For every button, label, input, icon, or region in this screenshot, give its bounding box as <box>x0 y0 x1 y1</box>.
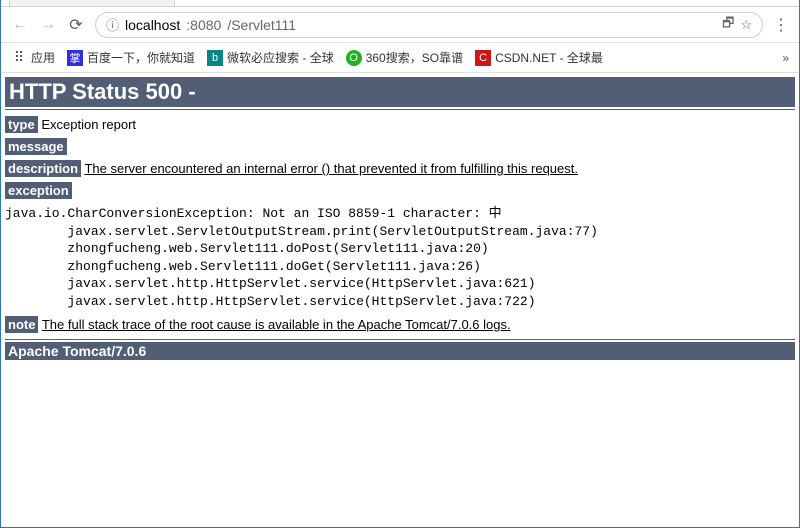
back-button[interactable]: ← <box>11 16 29 34</box>
translate-icon[interactable]: 🗗 <box>722 14 734 36</box>
bookmark-label: CSDN.NET - 全球最 <box>495 49 603 66</box>
chrome-menu-button[interactable]: ⋮ <box>773 15 789 35</box>
tomcat-footer: Apache Tomcat/7.0.6 <box>5 342 795 360</box>
bookmark-csdn[interactable]: CCSDN.NET - 全球最 <box>475 49 603 66</box>
error-description-line: description The server encountered an in… <box>5 161 795 176</box>
url-input[interactable]: ⓘ localhost :8080/Servlet111 🗗 ☆ <box>95 12 763 38</box>
reload-button[interactable]: ⟳ <box>67 16 85 34</box>
bookmark-label: 百度一下，你就知道 <box>87 49 195 66</box>
bookmark-360[interactable]: O360搜索，SO靠谱 <box>346 49 463 66</box>
so-icon: O <box>346 50 362 66</box>
apps-icon: ⠿ <box>11 50 27 66</box>
baidu-icon: 掌 <box>67 50 83 66</box>
error-exception-line: exception <box>5 183 795 198</box>
url-port: :8080 <box>186 17 221 33</box>
page-content: HTTP Status 500 - type Exception report … <box>1 73 799 527</box>
bookmark-apps[interactable]: ⠿应用 <box>11 49 55 66</box>
tomcat-error-page: HTTP Status 500 - type Exception report … <box>5 77 795 360</box>
csdn-icon: C <box>475 50 491 66</box>
bookmark-bing[interactable]: b微软必应搜索 - 全球 <box>207 49 334 66</box>
bookmarks-bar: ⠿应用 掌百度一下，你就知道 b微软必应搜索 - 全球 O360搜索，SO靠谱 … <box>1 43 799 73</box>
url-path: /Servlet111 <box>227 17 296 33</box>
type-label: type <box>5 116 38 133</box>
bookmark-label: 应用 <box>31 49 55 66</box>
message-label: message <box>5 138 67 155</box>
divider <box>5 339 795 340</box>
error-type-line: type Exception report <box>5 117 795 132</box>
bookmark-star-icon[interactable]: ☆ <box>740 17 752 33</box>
site-info-icon[interactable]: ⓘ <box>106 15 119 34</box>
error-heading: HTTP Status 500 - <box>5 77 795 107</box>
address-bar: ← → ⟳ ⓘ localhost :8080/Servlet111 🗗 ☆ ⋮ <box>1 7 799 43</box>
url-host: localhost <box>125 17 180 33</box>
description-label: description <box>5 160 81 177</box>
bookmarks-overflow-button[interactable]: » <box>782 51 789 65</box>
bookmark-label: 微软必应搜索 - 全球 <box>227 49 334 66</box>
description-value: The server encountered an internal error… <box>84 161 578 176</box>
bookmark-baidu[interactable]: 掌百度一下，你就知道 <box>67 49 195 66</box>
stack-trace: java.io.CharConversionException: Not an … <box>5 205 795 310</box>
divider <box>5 109 795 110</box>
tab-strip: 🐱 Apache Tomcat/7.0.6 × <box>1 0 799 7</box>
forward-button[interactable]: → <box>39 16 57 34</box>
tomcat-favicon-icon: 🐱 <box>18 0 34 1</box>
type-value: Exception report <box>41 117 136 132</box>
bing-icon: b <box>207 50 223 66</box>
exception-label: exception <box>5 182 72 199</box>
error-note-line: note The full stack trace of the root ca… <box>5 317 795 332</box>
browser-tab[interactable]: 🐱 Apache Tomcat/7.0.6 × <box>9 0 175 6</box>
note-value: The full stack trace of the root cause i… <box>42 317 511 332</box>
browser-window: 🐱 Apache Tomcat/7.0.6 × ← → ⟳ ⓘ localhos… <box>0 0 800 528</box>
bookmark-label: 360搜索，SO靠谱 <box>366 49 463 66</box>
note-label: note <box>5 316 38 333</box>
error-message-line: message <box>5 139 795 154</box>
